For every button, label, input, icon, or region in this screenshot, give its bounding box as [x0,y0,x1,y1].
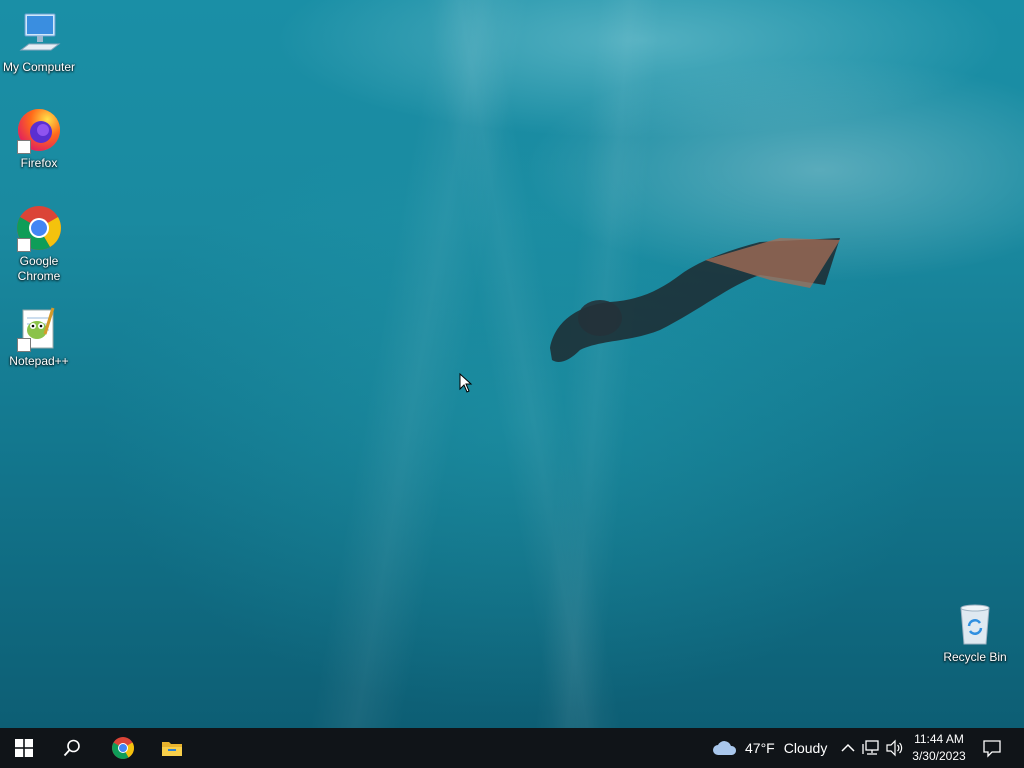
search-button[interactable] [48,728,96,768]
folder-icon [162,742,182,756]
notification-icon[interactable] [982,738,1002,758]
desktop-icon-google-chrome[interactable]: Google Chrome [1,204,77,284]
network-icon[interactable] [862,739,880,757]
desktop-icon-label: Recycle Bin [943,650,1007,664]
shortcut-arrow-icon [17,338,31,352]
computer-icon [15,10,63,58]
taskbar: 47°F Cloudy 11:44 AM 3/30/2023 [0,728,1024,768]
cloud-icon [713,741,737,755]
desktop-icon-label: My Computer [2,60,76,74]
shortcut-arrow-icon [17,140,31,154]
desktop-icon-label: Firefox [20,156,58,170]
desktop-icon-label: Google Chrome [17,254,61,283]
desktop-icon-label: Notepad++ [9,354,69,368]
chrome-icon [15,204,63,252]
diver-wallpaper-figure [550,238,840,362]
recycle-bin-icon [951,600,999,648]
desktop-icon-notepadpp[interactable]: Notepad++ [1,304,77,369]
start-button[interactable] [0,728,48,768]
chrome-icon [112,737,134,759]
desktop-icon-my-computer[interactable]: My Computer [1,10,77,75]
clock-time: 11:44 AM [914,732,964,746]
taskbar-clock[interactable]: 11:44 AM 3/30/2023 [906,731,972,765]
weather-widget[interactable]: 47°F Cloudy [712,728,827,768]
weather-condition: Cloudy [783,740,828,756]
chevron-up-icon[interactable] [839,739,857,757]
weather-temperature: 47°F [745,740,775,756]
notepadpp-icon [15,304,63,352]
light-rays [0,0,1024,728]
desktop-background: My Computer Firefox Google Chrome Notepa… [0,0,1024,728]
firefox-icon [15,106,63,154]
volume-icon[interactable] [885,739,903,757]
desktop-icon-firefox[interactable]: Firefox [1,106,77,171]
clock-date: 3/30/2023 [912,749,966,763]
desktop-icon-recycle-bin[interactable]: Recycle Bin [937,600,1013,665]
search-icon [63,739,80,757]
shortcut-arrow-icon [17,238,31,252]
taskbar-chrome-button[interactable] [99,728,147,768]
mouse-cursor-icon [459,373,473,393]
taskbar-file-explorer-button[interactable] [148,728,196,768]
windows-logo-icon [15,739,33,757]
